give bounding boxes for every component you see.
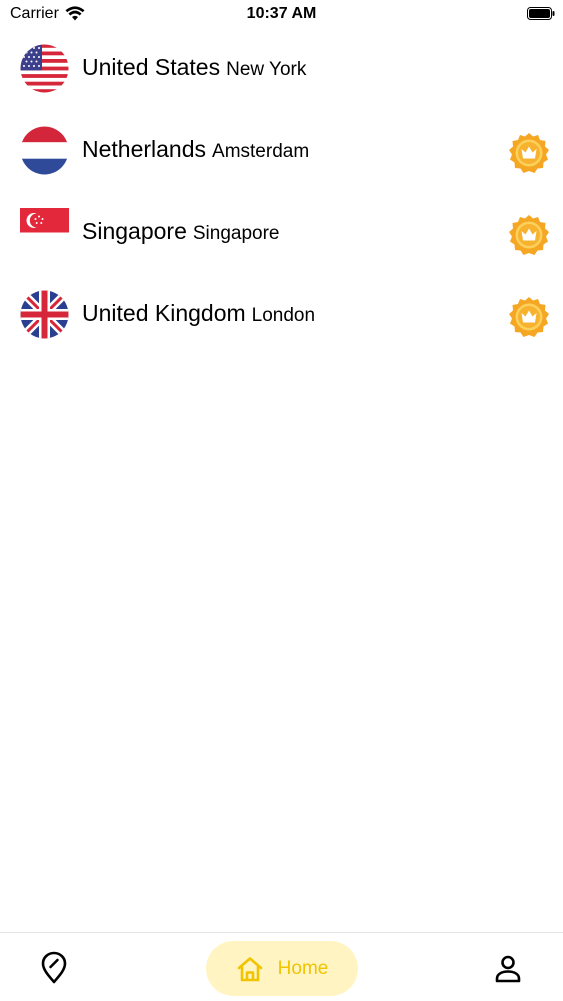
uk-flag-icon [20, 290, 69, 339]
nl-flag-icon [20, 126, 69, 175]
battery-icon [527, 7, 555, 20]
home-icon [237, 956, 262, 981]
server-label: United Kingdom London [82, 300, 315, 327]
us-flag-icon [20, 44, 69, 93]
profile-icon[interactable] [492, 953, 524, 985]
server-label: Singapore Singapore [82, 218, 279, 245]
server-row-netherlands[interactable]: Netherlands Amsterdam [0, 112, 563, 176]
tab-bar: Home [0, 932, 563, 1001]
country-name: United Kingdom [82, 300, 246, 326]
server-row-united-kingdom[interactable]: United Kingdom London [0, 276, 563, 340]
server-label: Netherlands Amsterdam [82, 136, 309, 163]
tab-home-label: Home [277, 957, 329, 979]
server-row-singapore[interactable]: Singapore Singapore [0, 194, 563, 258]
server-row-united-states[interactable]: United States New York [0, 30, 563, 94]
server-label: United States New York [82, 54, 306, 81]
tab-home[interactable]: Home [206, 941, 358, 996]
crown-icon [509, 215, 549, 255]
location-pin-icon[interactable] [37, 951, 71, 985]
crown-icon [509, 133, 549, 173]
country-name: Netherlands [82, 136, 207, 162]
crown-icon [509, 297, 549, 337]
sg-flag-icon [20, 208, 69, 257]
status-bar: Carrier 10:37 AM [0, 0, 563, 30]
city-name: New York [226, 59, 307, 80]
status-time: 10:37 AM [246, 5, 317, 22]
city-name: Singapore [192, 223, 280, 244]
country-name: United States [82, 54, 221, 80]
city-name: London [251, 305, 316, 326]
country-name: Singapore [82, 218, 187, 244]
city-name: Amsterdam [212, 141, 310, 162]
